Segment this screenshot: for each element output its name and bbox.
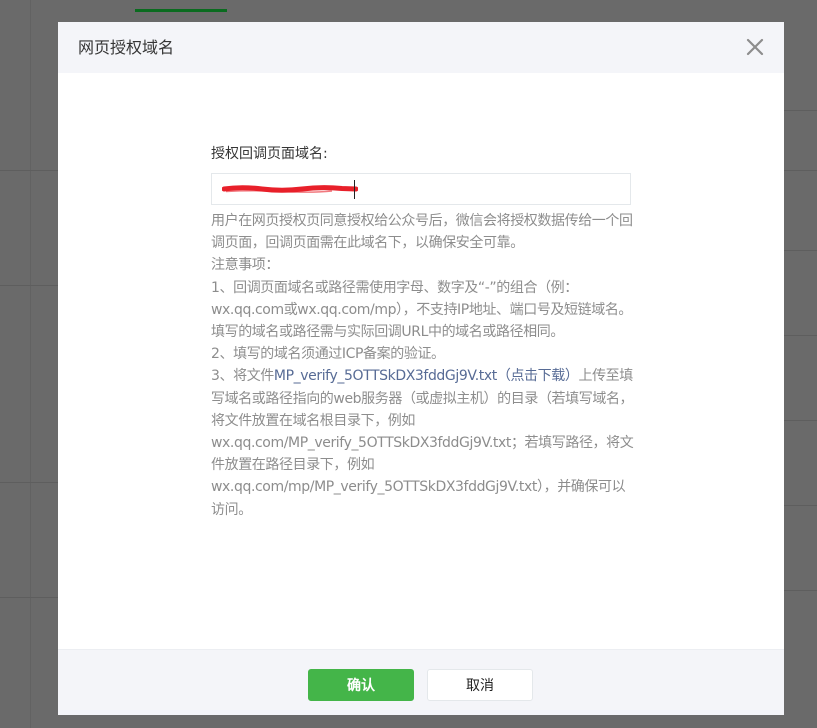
help-rule-3: 3、将文件MP_verify_5OTTSkDX3fddGj9V.txt（点击下载… bbox=[211, 365, 636, 520]
close-icon bbox=[746, 38, 764, 56]
help-notice-title: 注意事项： bbox=[211, 257, 279, 274]
background-divider bbox=[0, 482, 58, 483]
text-caret bbox=[354, 180, 355, 199]
dialog-header: 网页授权域名 bbox=[58, 22, 784, 73]
cancel-button[interactable]: 取消 bbox=[427, 669, 533, 701]
background-divider bbox=[784, 505, 817, 506]
help-intro: 用户在网页授权页同意授权给公众号后，微信会将授权数据传给一个回调页面，回调页面需… bbox=[211, 213, 633, 252]
background-divider bbox=[784, 110, 817, 111]
dialog-body: 授权回调页面域名: 用户在网页授权页同意授权给公众号后，微信会将授权数据传给一个… bbox=[211, 144, 641, 521]
help-rule-1: 1、回调页面域名或路径需使用字母、数字及“-”的组合（例：wx.qq.com或w… bbox=[211, 279, 633, 341]
help-rule-3-suffix: 上传至填写域名或路径指向的web服务器（或虚拟主机）的目录（若填写域名，将文件放… bbox=[211, 368, 634, 518]
dialog-title: 网页授权域名 bbox=[78, 38, 175, 57]
domain-field-label: 授权回调页面域名: bbox=[211, 146, 328, 162]
verify-file-name: MP_verify_5OTTSkDX3fddGj9V.txt bbox=[273, 368, 497, 385]
help-text: 用户在网页授权页同意授权给公众号后，微信会将授权数据传给一个回调页面，回调页面需… bbox=[211, 210, 636, 521]
help-rule-2: 2、填写的域名须通过ICP备案的验证。 bbox=[211, 346, 445, 363]
background-divider bbox=[0, 170, 58, 171]
authorize-domain-dialog: 网页授权域名 授权回调页面域名: 用户在网页授权页同意授权给公众号后，微信会将授… bbox=[58, 22, 784, 715]
background-divider bbox=[784, 335, 817, 336]
background-divider bbox=[30, 0, 31, 728]
background-divider bbox=[784, 250, 817, 251]
background-divider bbox=[784, 590, 817, 591]
background-divider bbox=[0, 285, 58, 286]
domain-input-wrapper bbox=[211, 173, 631, 205]
redaction-mark bbox=[222, 185, 358, 193]
close-button[interactable] bbox=[744, 36, 766, 58]
background-active-tab-indicator bbox=[135, 9, 227, 12]
background-divider bbox=[784, 170, 817, 171]
background-divider bbox=[784, 420, 817, 421]
confirm-button[interactable]: 确认 bbox=[308, 669, 414, 701]
verify-file-download-link[interactable]: MP_verify_5OTTSkDX3fddGj9V.txt（点击下载） bbox=[274, 368, 579, 384]
help-rule-3-prefix: 3、将文件 bbox=[211, 368, 274, 385]
background-divider bbox=[0, 597, 58, 598]
dialog-footer: 确认 取消 bbox=[58, 649, 784, 715]
download-link-label: （点击下载） bbox=[496, 368, 579, 385]
